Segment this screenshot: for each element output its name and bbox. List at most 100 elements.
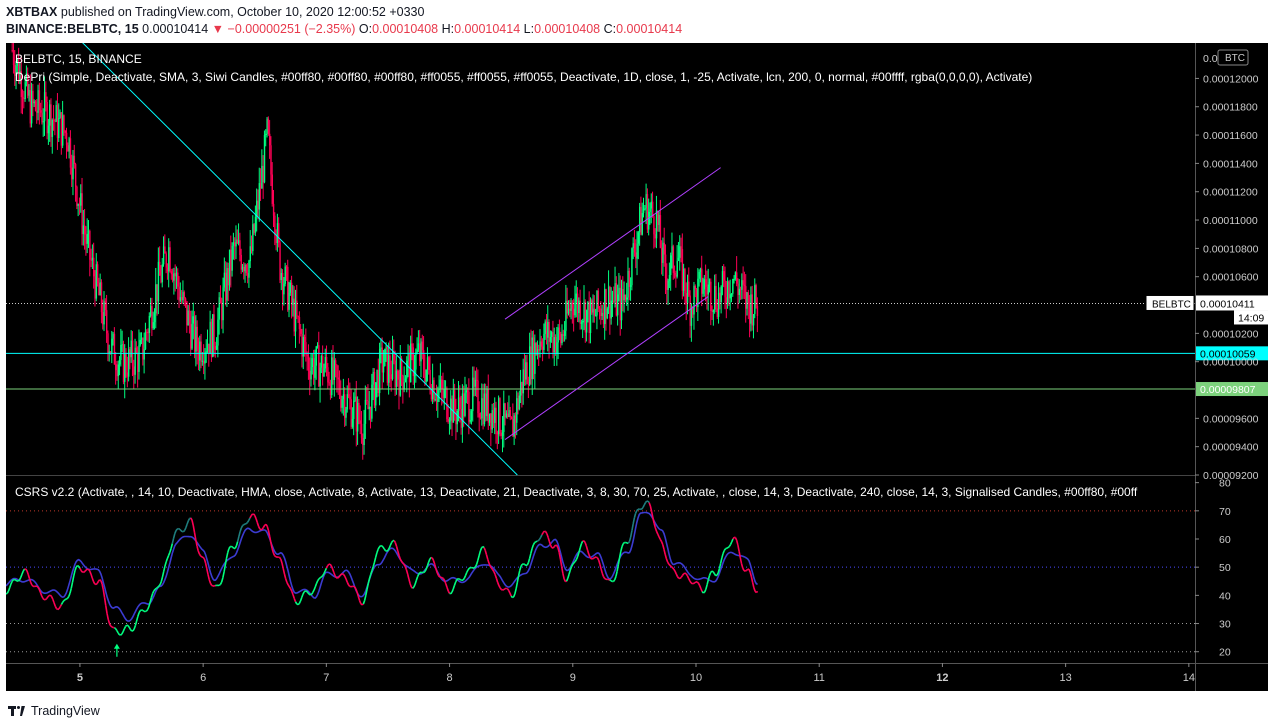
candle-body <box>266 118 268 134</box>
candle-body <box>85 234 87 244</box>
oscillator-segment <box>315 580 319 584</box>
candle-body <box>684 268 686 294</box>
candle-body <box>151 306 153 329</box>
oscillator-segment <box>575 556 579 560</box>
oscillator-segment <box>234 545 238 549</box>
oscillator-segment <box>648 502 652 507</box>
oscillator-segment <box>536 539 539 543</box>
candle-body <box>585 310 588 333</box>
candle-body <box>723 271 725 281</box>
candle-body <box>538 349 540 351</box>
oscillator-segment <box>744 569 747 572</box>
candle-body <box>575 293 578 303</box>
oscillator-segment <box>589 556 592 560</box>
candle-body <box>195 326 197 352</box>
candle-body <box>183 292 186 299</box>
candle-body <box>346 394 349 410</box>
candle-body <box>728 281 730 299</box>
oscillator-segment <box>466 569 469 573</box>
oscillator-segment <box>72 570 76 577</box>
candle-body <box>134 347 136 375</box>
oscillator-segment <box>121 631 124 635</box>
oscillator-segment <box>464 572 468 576</box>
candle-body <box>567 308 570 314</box>
oscillator-segment <box>298 600 302 604</box>
oscillator-segment <box>721 553 724 559</box>
oscillator-segment <box>154 587 157 590</box>
oscillator-segment <box>431 557 435 561</box>
candle-body <box>588 302 590 333</box>
candle-body <box>364 399 367 424</box>
candle-body <box>212 314 214 357</box>
chart-canvas[interactable]: 0.000100590.000098070.000120000.00011800… <box>6 43 1268 691</box>
candle-body <box>267 118 270 134</box>
last-price-label: 0.00010411 <box>1200 298 1255 310</box>
chart-area[interactable]: 0.00010059 0.00009807 0.00012000 0.00011800… <box>6 43 1268 691</box>
price-tick-label: 0.00012000 <box>1203 73 1259 85</box>
oscillator-segment <box>312 589 315 593</box>
candle-body <box>117 364 120 377</box>
oscillator-segment <box>235 541 239 547</box>
oscillator-segment <box>63 598 66 602</box>
candle-body <box>523 369 526 380</box>
oscillator-segment <box>325 565 329 569</box>
candle-body <box>36 110 38 113</box>
candle-body <box>576 293 579 314</box>
oscillator-segment <box>729 541 733 545</box>
oscillator-tick-label: 50 <box>1219 562 1231 574</box>
candle-body <box>694 285 697 290</box>
candle-body <box>529 346 531 385</box>
candle-body <box>230 249 232 271</box>
candle-body <box>271 174 274 204</box>
candle-body <box>190 324 192 349</box>
candle-body <box>689 295 691 326</box>
oscillator-segment <box>62 600 65 603</box>
oscillator-segment <box>527 558 531 563</box>
oscillator-segment <box>512 596 514 599</box>
oscillator-segment <box>25 568 28 572</box>
candle-body <box>314 365 316 378</box>
candle-body <box>23 97 25 99</box>
candle-body <box>159 261 161 276</box>
candle-body <box>142 338 144 360</box>
oscillator-segment <box>78 565 81 569</box>
oscillator-segment <box>287 584 291 588</box>
candle-body <box>332 357 334 381</box>
candle-body <box>388 355 390 383</box>
oscillator-segment <box>719 557 723 564</box>
oscillator-segment <box>91 577 95 582</box>
candle-body <box>262 165 264 183</box>
oscillator-segment <box>453 581 457 586</box>
candle-body <box>191 323 193 349</box>
candle-body <box>355 396 358 432</box>
candle-body <box>338 379 341 396</box>
oscillator-segment <box>520 563 523 567</box>
oscillator-segment <box>414 580 418 585</box>
oscillator-segment <box>565 577 569 582</box>
oscillator-segment <box>133 625 137 630</box>
close-label: C: <box>603 22 617 36</box>
candle-body <box>126 372 129 377</box>
oscillator-segment <box>643 502 647 506</box>
oscillator-segment <box>307 592 310 595</box>
oscillator-segment <box>17 579 21 582</box>
oscillator-segment <box>595 556 598 559</box>
oscillator-segment <box>220 577 224 583</box>
candle-body <box>557 327 559 343</box>
oscillator-segment <box>238 531 241 537</box>
candle-body <box>47 125 50 134</box>
candle-body <box>636 243 638 259</box>
oscillator-segment <box>478 550 482 556</box>
oscillator-segment <box>90 573 94 579</box>
oscillator-segment <box>659 538 663 542</box>
candle-body <box>209 321 211 355</box>
candle-body <box>323 368 325 377</box>
oscillator-segment <box>660 541 664 545</box>
candle-body <box>208 343 210 355</box>
candle-body <box>354 396 356 401</box>
oscillator-segment <box>632 517 636 525</box>
candle-body <box>149 306 152 316</box>
price-tick-label: 0.00011000 <box>1203 215 1258 227</box>
candle-body <box>461 393 464 428</box>
candle-body <box>68 138 70 152</box>
